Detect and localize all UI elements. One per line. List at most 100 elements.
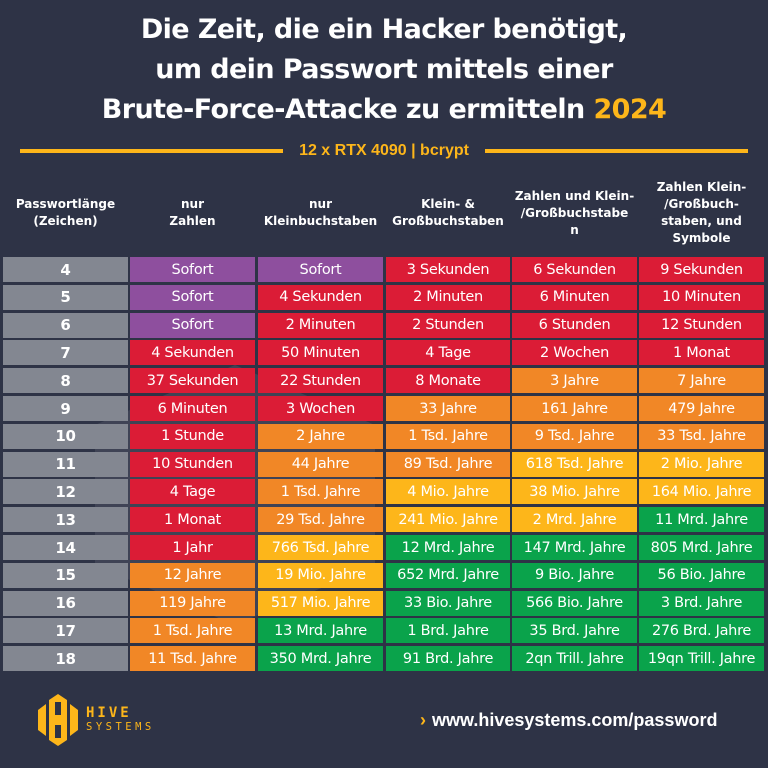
time-cell: 276 Brd. Jahre bbox=[639, 618, 764, 644]
time-cell: 10 Minuten bbox=[639, 284, 764, 310]
time-cell: 350 Mrd. Jahre bbox=[258, 646, 383, 672]
logo-text: HIVE SYSTEMS bbox=[86, 706, 155, 734]
subtitle-row: 12 x RTX 4090 | bcrypt bbox=[20, 140, 749, 162]
time-cell: 44 Jahre bbox=[258, 451, 383, 477]
time-cell: 89 Tsd. Jahre bbox=[386, 451, 510, 477]
time-cell: 1 Jahr bbox=[130, 535, 255, 560]
length-cell: 15 bbox=[3, 562, 128, 588]
time-cell: 2 Mio. Jahre bbox=[639, 451, 764, 477]
time-cell: 2 Jahre bbox=[258, 423, 383, 449]
time-cell: 2 Wochen bbox=[512, 340, 637, 366]
time-cell: 566 Bio. Jahre bbox=[512, 590, 637, 616]
footer-url[interactable]: › www.hivesystems.com/password bbox=[420, 707, 717, 733]
time-cell: 4 Tage bbox=[386, 340, 510, 366]
length-cell: 14 bbox=[3, 535, 128, 560]
footer-url-text[interactable]: www.hivesystems.com/password bbox=[432, 710, 717, 731]
time-cell: 9 Bio. Jahre bbox=[512, 562, 637, 588]
chevron-right-icon: › bbox=[420, 709, 426, 730]
length-cell: 16 bbox=[3, 590, 128, 616]
time-cell: 33 Bio. Jahre bbox=[386, 590, 510, 616]
time-cell: 37 Sekunden bbox=[130, 368, 255, 394]
time-cell: 35 Brd. Jahre bbox=[512, 618, 637, 644]
time-cell: 164 Mio. Jahre bbox=[639, 479, 764, 505]
time-cell: 241 Mio. Jahre bbox=[386, 507, 510, 533]
column-header-label: Zahlen Klein- /Großbuch- staben, und Sym… bbox=[656, 180, 747, 245]
time-cell: 1 Tsd. Jahre bbox=[258, 479, 383, 505]
time-cell: 33 Tsd. Jahre bbox=[639, 423, 764, 449]
time-cell: 3 Wochen bbox=[258, 396, 383, 421]
column-header-label: Klein- & Großbuchstaben bbox=[392, 197, 504, 228]
length-cell: 6 bbox=[3, 312, 128, 338]
time-cell: Sofort bbox=[130, 257, 255, 282]
time-cell: Sofort bbox=[130, 284, 255, 310]
time-cell: 1 Stunde bbox=[130, 423, 255, 449]
time-cell: 12 Mrd. Jahre bbox=[386, 535, 510, 560]
page-title: Die Zeit, die ein Hacker benötigt, um de… bbox=[0, 10, 768, 130]
time-cell: 517 Mio. Jahre bbox=[258, 590, 383, 616]
time-cell: 479 Jahre bbox=[639, 396, 764, 421]
time-cell: 56 Bio. Jahre bbox=[639, 562, 764, 588]
time-cell: 1 Tsd. Jahre bbox=[130, 618, 255, 644]
hive-systems-logo: HIVE SYSTEMS bbox=[38, 694, 158, 746]
time-cell: 29 Tsd. Jahre bbox=[258, 507, 383, 533]
time-cell: 6 Minuten bbox=[512, 284, 637, 310]
length-cell: 13 bbox=[3, 507, 128, 533]
hive-logo-icon bbox=[38, 694, 78, 746]
time-cell: 766 Tsd. Jahre bbox=[258, 535, 383, 560]
column-header-1: nur Zahlen bbox=[130, 172, 255, 254]
length-cell: 8 bbox=[3, 368, 128, 394]
time-cell: 6 Minuten bbox=[130, 396, 255, 421]
time-cell: 9 Tsd. Jahre bbox=[512, 423, 637, 449]
logo-line-1: HIVE bbox=[86, 705, 132, 721]
time-cell: 119 Jahre bbox=[130, 590, 255, 616]
time-cell: 3 Jahre bbox=[512, 368, 637, 394]
time-cell: 33 Jahre bbox=[386, 396, 510, 421]
time-cell: 2 Minuten bbox=[258, 312, 383, 338]
time-cell: 19 Mio. Jahre bbox=[258, 562, 383, 588]
time-cell: 9 Sekunden bbox=[639, 257, 764, 282]
title-line-2: um dein Passwort mittels einer bbox=[155, 54, 613, 85]
time-cell: 1 Tsd. Jahre bbox=[386, 423, 510, 449]
time-cell: 2 Minuten bbox=[386, 284, 510, 310]
time-cell: 12 Jahre bbox=[130, 562, 255, 588]
time-cell: 2 Stunden bbox=[386, 312, 510, 338]
length-cell: 5 bbox=[3, 284, 128, 310]
column-header-label: Passwortlänge (Zeichen) bbox=[15, 197, 116, 228]
logo-line-2: SYSTEMS bbox=[86, 721, 155, 733]
time-cell: 147 Mrd. Jahre bbox=[512, 535, 637, 560]
time-cell: 6 Sekunden bbox=[512, 257, 637, 282]
title-line-3: Brute-Force-Attacke zu ermitteln 2024 bbox=[0, 90, 768, 130]
time-cell: 1 Monat bbox=[639, 340, 764, 366]
column-header-label: nur Kleinbuchstaben bbox=[263, 197, 378, 228]
time-cell: 161 Jahre bbox=[512, 396, 637, 421]
time-cell: 4 Sekunden bbox=[130, 340, 255, 366]
time-cell: 2 Mrd. Jahre bbox=[512, 507, 637, 533]
time-cell: 2qn Trill. Jahre bbox=[512, 646, 637, 672]
time-cell: 3 Sekunden bbox=[386, 257, 510, 282]
column-header-2: nur Kleinbuchstaben bbox=[258, 172, 383, 254]
time-cell: 4 Mio. Jahre bbox=[386, 479, 510, 505]
time-cell: 6 Stunden bbox=[512, 312, 637, 338]
title-line-1: Die Zeit, die ein Hacker benötigt, bbox=[140, 14, 628, 45]
title-line-3-text: Brute-Force-Attacke zu ermitteln bbox=[101, 94, 586, 125]
time-cell: 38 Mio. Jahre bbox=[512, 479, 637, 505]
length-cell: 10 bbox=[3, 423, 128, 449]
column-header-label: nur Zahlen bbox=[169, 197, 216, 228]
column-header-5: Zahlen Klein- /Großbuch- staben, und Sym… bbox=[639, 172, 764, 254]
time-cell: 1 Monat bbox=[130, 507, 255, 533]
subtitle-divider-right bbox=[484, 149, 749, 153]
time-cell: 12 Stunden bbox=[639, 312, 764, 338]
time-cell: Sofort bbox=[130, 312, 255, 338]
column-header-4: Zahlen und Klein- /Großbuchstabe n bbox=[512, 172, 637, 254]
time-cell: 8 Monate bbox=[386, 368, 510, 394]
time-cell: 50 Minuten bbox=[258, 340, 383, 366]
subtitle: 12 x RTX 4090 | bcrypt bbox=[299, 142, 469, 159]
time-cell: 618 Tsd. Jahre bbox=[512, 451, 637, 477]
title-year: 2024 bbox=[593, 94, 667, 125]
time-cell: 805 Mrd. Jahre bbox=[639, 535, 764, 560]
length-cell: 4 bbox=[3, 257, 128, 282]
column-header-0: Passwortlänge (Zeichen) bbox=[3, 172, 128, 254]
length-cell: 9 bbox=[3, 396, 128, 421]
time-cell: 4 Sekunden bbox=[258, 284, 383, 310]
time-cell: 19qn Trill. Jahre bbox=[639, 646, 764, 672]
